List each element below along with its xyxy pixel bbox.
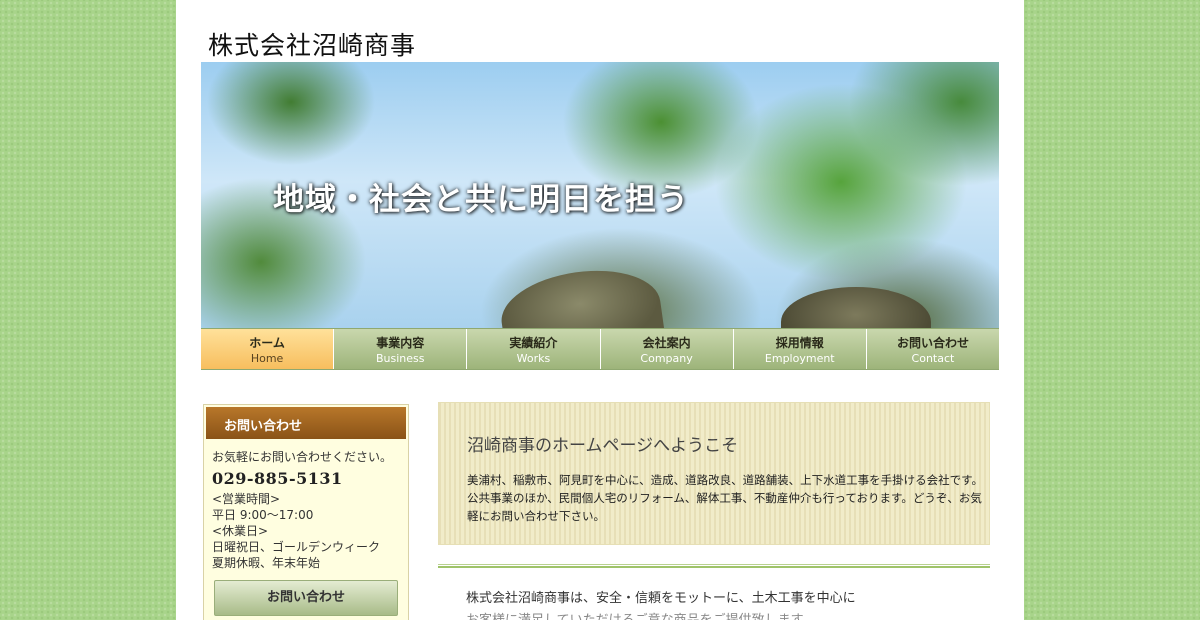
hours-label: <営業時間> (212, 492, 281, 506)
welcome-text: 美浦村、稲敷市、阿見町を中心に、造成、道路改良、道路舗装、上下水道工事を手掛ける… (467, 473, 983, 523)
hero-tree-trunk (496, 261, 666, 328)
nav-label-en: Business (376, 352, 425, 365)
closed-label: <休業日> (212, 524, 269, 538)
page-container: 株式会社沼崎商事 地域・社会と共に明日を担う ホーム Home 事業内容 Bus… (176, 0, 1024, 620)
main-intro: 株式会社沼崎商事は、安全・信頼をモットーに、土木工事を中心に お客様に満足してい… (466, 588, 986, 620)
nav-label-jp: 実績紹介 (509, 336, 558, 350)
welcome-title: 沼崎商事のホームページへようこそ (467, 436, 739, 456)
sidebar-intro: お気軽にお問い合わせください。 (212, 450, 393, 464)
nav-label-en: Contact (911, 352, 955, 365)
nav-item-works[interactable]: 実績紹介 Works (467, 329, 601, 369)
site-logo[interactable]: 株式会社沼崎商事 (208, 26, 416, 62)
nav-item-employment[interactable]: 採用情報 Employment (733, 329, 867, 369)
sidebar-heading: お問い合わせ (206, 407, 406, 439)
nav-label-jp: 会社案内 (642, 336, 691, 350)
contact-button[interactable]: お問い合わせ (214, 580, 398, 616)
nav-item-company[interactable]: 会社案内 Company (600, 329, 734, 369)
nav-label-jp: 採用情報 (775, 336, 824, 350)
closed-days: 日曜祝日、ゴールデンウィーク (212, 540, 381, 554)
nav-label-en: Home (250, 352, 284, 365)
main-nav: ホーム Home 事業内容 Business 実績紹介 Works 会社案内 C… (201, 328, 1000, 370)
hero-title: 地域・社会と共に明日を担う (273, 182, 689, 218)
nav-item-home[interactable]: ホーム Home (201, 329, 335, 369)
sidebar-body: お気軽にお問い合わせください。 029-885-5131 <営業時間> 平日 9… (204, 441, 408, 571)
hours-value: 平日 9:00〜17:00 (212, 508, 314, 522)
nav-label-en: Works (516, 352, 551, 365)
nav-item-business[interactable]: 事業内容 Business (334, 329, 468, 369)
main-intro-line: 株式会社沼崎商事は、安全・信頼をモットーに、土木工事を中心に (466, 591, 856, 606)
nav-label-jp: お問い合わせ (896, 336, 969, 350)
hero-tree-trunk (781, 287, 931, 328)
welcome-box: 沼崎商事のホームページへようこそ 美浦村、稲敷市、阿見町を中心に、造成、道路改良… (438, 402, 990, 545)
contact-sidebar: お問い合わせ お気軽にお問い合わせください。 029-885-5131 <営業時… (203, 404, 409, 620)
nav-label-jp: ホーム (249, 336, 285, 350)
phone-number[interactable]: 029-885-5131 (212, 469, 400, 489)
closed-days: 夏期休暇、年末年始 (212, 556, 321, 570)
nav-label-en: Company (640, 352, 693, 365)
main-intro-line: お客様に満足していただけるご意な商品をご提供致します (466, 610, 986, 620)
section-divider (438, 564, 990, 568)
hero-banner: 地域・社会と共に明日を担う (201, 62, 999, 328)
nav-label-en: Employment (764, 352, 835, 365)
nav-item-contact[interactable]: お問い合わせ Contact (866, 329, 1000, 369)
nav-label-jp: 事業内容 (376, 336, 425, 350)
